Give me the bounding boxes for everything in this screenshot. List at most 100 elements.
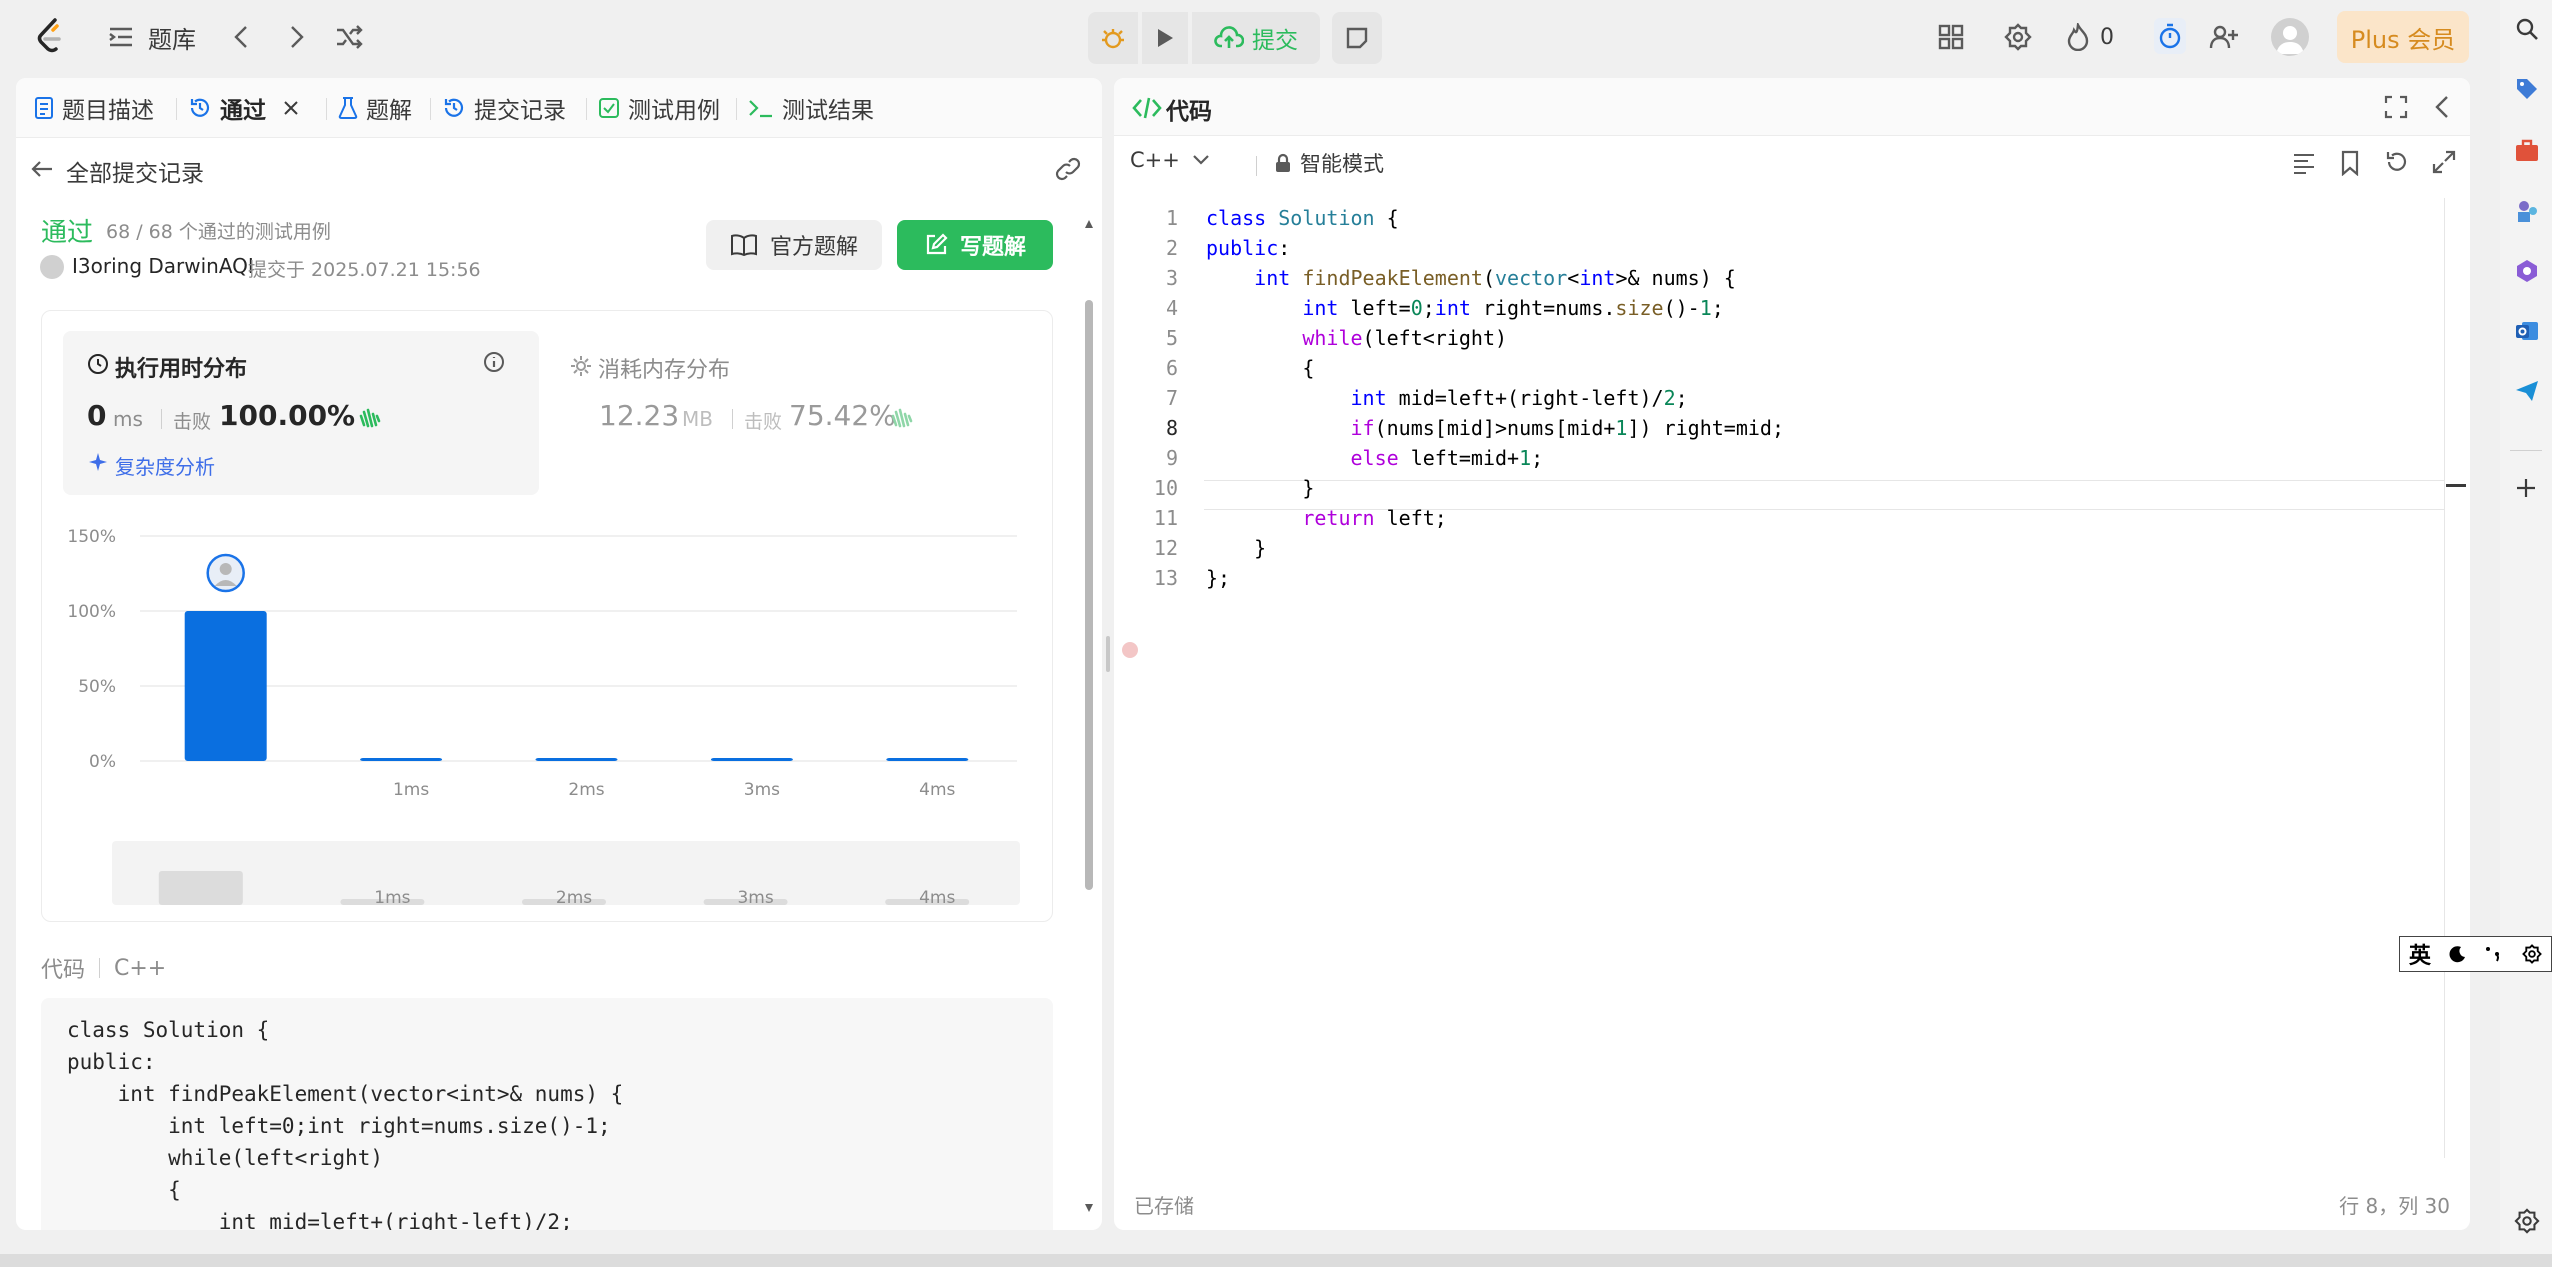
code-line: return left;: [1302, 506, 1447, 530]
ime-settings-icon[interactable]: [2522, 944, 2542, 964]
tab-label: 题目描述: [62, 98, 154, 124]
submission-header: 全部提交记录: [16, 140, 1102, 198]
document-icon: [35, 97, 53, 119]
submit-button[interactable]: 提交: [1192, 12, 1320, 64]
tab-description[interactable]: 题目描述: [34, 78, 154, 138]
back-arrow-icon[interactable]: [30, 157, 54, 181]
tab-testcases[interactable]: 测试用例: [598, 78, 720, 138]
layout-icon[interactable]: [1936, 22, 1966, 52]
runtime-box[interactable]: 执行用时分布 0 ms 击败 100.00% 复杂度分析: [63, 331, 539, 495]
play-icon: [1158, 29, 1173, 47]
runtime-distribution-chart[interactable]: 0% 50% 100% 150% 1ms 2ms 3ms 4ms 1ms 2ms 3ms 4ms: [42, 511, 1054, 921]
code-line: }: [1206, 476, 1315, 500]
cursor-position[interactable]: 行 8，列 30: [2339, 1190, 2450, 1219]
tab-accepted[interactable]: 通过: [188, 78, 300, 138]
brush-tick-label: 4ms: [919, 888, 955, 908]
tab-separator: [326, 98, 327, 120]
code-editor[interactable]: 1 2 3 4 5 6 7 8 9 10 11 12 13 class Solution { publi…: [1114, 198, 2466, 1158]
collapse-chevron-icon[interactable]: [2434, 95, 2450, 119]
breakpoint-marker[interactable]: [1122, 642, 1138, 658]
run-button[interactable]: [1142, 12, 1188, 64]
toolbox-icon[interactable]: [2514, 138, 2540, 164]
memory-title[interactable]: 消耗内存分布: [598, 352, 730, 384]
bookmark-icon[interactable]: [2340, 150, 2360, 176]
complexity-analysis-link[interactable]: 复杂度分析: [115, 451, 215, 480]
reset-undo-icon[interactable]: [2384, 150, 2408, 174]
format-align-icon[interactable]: [2292, 152, 2316, 174]
info-icon[interactable]: [483, 351, 505, 373]
passed-cases-text: 68 / 68 个通过的测试用例: [106, 221, 331, 243]
settings-gear-icon[interactable]: [2514, 1208, 2540, 1234]
official-solution-button[interactable]: 官方题解: [706, 220, 882, 270]
line-number: 2: [1165, 236, 1178, 260]
left-panel: 题目描述 通过 题解 提交记录 测试用例 测试结果 全部提交记录 通过 68 /…: [16, 78, 1102, 1230]
punctuation-icon[interactable]: [2484, 945, 2504, 963]
plus-membership-button[interactable]: Plus 会员: [2337, 11, 2469, 63]
chess-icon[interactable]: [2514, 198, 2540, 224]
code-line: int findPeakElement(vector<int>& nums) {: [1254, 266, 1736, 290]
settings-gear-icon[interactable]: [2003, 22, 2033, 52]
leetcode-logo-icon[interactable]: [32, 16, 68, 58]
tab-label: 测试用例: [628, 98, 720, 124]
copilot-icon[interactable]: [2514, 258, 2540, 284]
add-icon[interactable]: [2514, 476, 2538, 500]
submitter-name[interactable]: I3oring DarwinAQI: [72, 254, 254, 278]
ime-lang-indicator[interactable]: 英: [2409, 938, 2431, 970]
tab-solutions[interactable]: 题解: [338, 78, 412, 138]
sparkle-icon: [89, 453, 107, 471]
submit-label: 提交: [1252, 28, 1298, 54]
brush-tick-label: 3ms: [737, 888, 773, 908]
note-button[interactable]: [1332, 12, 1382, 64]
panel-splitter[interactable]: [1106, 636, 1110, 672]
language-value: C++: [1130, 148, 1180, 172]
browser-sidebar: [2500, 0, 2552, 1267]
timer-icon[interactable]: [2154, 18, 2186, 54]
tag-icon[interactable]: [2514, 76, 2540, 102]
line-number: 11: [1153, 506, 1178, 530]
send-icon[interactable]: [2514, 378, 2540, 404]
line-number: 8: [1165, 416, 1178, 440]
ime-toolbar[interactable]: 英: [2399, 936, 2552, 972]
user-avatar[interactable]: [2271, 18, 2309, 56]
submitter-avatar: [40, 255, 64, 279]
close-tab-icon[interactable]: [282, 99, 300, 117]
streak-flame-icon[interactable]: [2064, 22, 2092, 52]
random-problem-icon[interactable]: [333, 22, 365, 52]
expand-icon[interactable]: [2432, 150, 2456, 174]
tab-submissions[interactable]: 提交记录: [442, 78, 566, 138]
search-icon[interactable]: [2514, 16, 2540, 42]
code-line: int mid=left+(right-left)/2;: [1350, 386, 1688, 410]
moon-icon[interactable]: [2449, 945, 2467, 963]
chart-bar: [360, 758, 443, 761]
write-solution-button[interactable]: 写题解: [897, 220, 1053, 270]
chart-bar: [184, 611, 267, 761]
share-link-icon[interactable]: [1054, 156, 1082, 182]
problem-list-icon[interactable]: [106, 22, 136, 52]
tab-separator: [176, 98, 177, 120]
line-number: 6: [1165, 356, 1178, 380]
line-number: 5: [1165, 326, 1178, 350]
debug-button[interactable]: [1088, 12, 1138, 64]
clock-icon: [88, 354, 108, 374]
problem-bank-link[interactable]: 题库: [148, 18, 196, 56]
outlook-icon[interactable]: [2514, 318, 2540, 344]
editor-vertical-rule: [2444, 198, 2445, 1158]
all-submissions-link[interactable]: 全部提交记录: [66, 154, 204, 188]
invite-user-icon[interactable]: [2208, 22, 2240, 52]
divider: [99, 958, 101, 978]
smart-mode-toggle[interactable]: 智能模式: [1234, 148, 1384, 178]
language-select[interactable]: C++: [1130, 148, 1210, 172]
next-problem-icon[interactable]: [282, 22, 312, 52]
submitted-code-preview[interactable]: class Solution {public: int findPeakElem…: [41, 998, 1053, 1230]
history-icon: [190, 98, 210, 117]
left-panel-scrollbar[interactable]: [1084, 218, 1094, 1218]
code-section-header: 代码 C++: [41, 952, 166, 984]
y-tick-label: 0%: [89, 752, 116, 772]
fullscreen-icon[interactable]: [2384, 95, 2408, 119]
tab-test-results[interactable]: 测试结果: [748, 78, 874, 138]
runtime-beat-pct: 100.00%: [219, 399, 356, 432]
prev-problem-icon[interactable]: [226, 22, 256, 52]
code-line: else left=mid+1;: [1350, 446, 1544, 470]
clap-icon: [359, 408, 381, 428]
code-section-lang: C++: [114, 955, 167, 981]
